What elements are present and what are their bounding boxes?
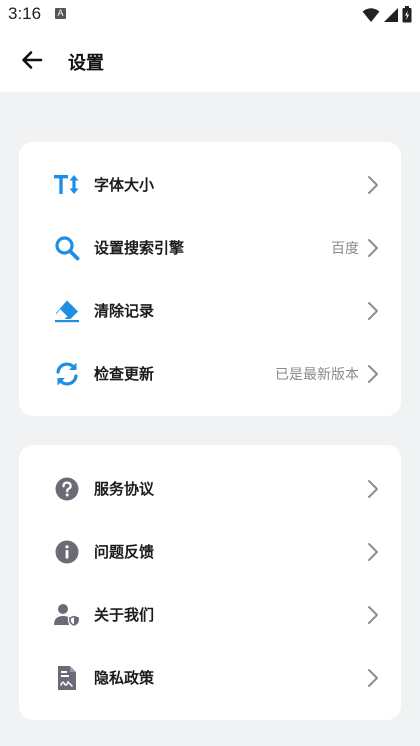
chevron-right-icon bbox=[368, 480, 378, 498]
chevron-right-icon bbox=[368, 669, 378, 687]
chevron-right-icon bbox=[368, 606, 378, 624]
settings-card-about: 服务协议 问题反馈 关于我们 隐私政策 bbox=[19, 445, 401, 720]
text-size-icon bbox=[54, 172, 80, 198]
back-button[interactable] bbox=[14, 42, 50, 78]
app-bar: 设置 bbox=[0, 30, 420, 92]
page-title: 设置 bbox=[68, 53, 104, 74]
eraser-icon bbox=[54, 298, 80, 324]
setting-label: 设置搜索引擎 bbox=[94, 239, 185, 257]
status-bar: 3:16 A bbox=[0, 0, 420, 30]
chevron-right-icon bbox=[368, 176, 378, 194]
setting-label: 检查更新 bbox=[94, 365, 155, 383]
setting-row-clear-history[interactable]: 清除记录 bbox=[19, 279, 401, 342]
signal-icon bbox=[384, 7, 398, 22]
setting-value: 百度 bbox=[331, 241, 359, 257]
setting-label: 问题反馈 bbox=[94, 543, 155, 561]
info-circle-icon bbox=[54, 539, 80, 565]
setting-label: 关于我们 bbox=[94, 606, 155, 624]
status-icons bbox=[362, 6, 412, 23]
setting-label: 服务协议 bbox=[94, 480, 155, 498]
chevron-right-icon bbox=[368, 543, 378, 561]
arrow-left-icon bbox=[22, 51, 43, 69]
search-icon bbox=[54, 235, 80, 261]
settings-card-general: 字体大小 设置搜索引擎 百度 清除记录 检查更新 已是最新版本 bbox=[19, 142, 401, 416]
setting-row-check-update[interactable]: 检查更新 已是最新版本 bbox=[19, 342, 401, 405]
setting-row-font-size[interactable]: 字体大小 bbox=[19, 153, 401, 216]
setting-row-feedback[interactable]: 问题反馈 bbox=[19, 520, 401, 583]
setting-label: 清除记录 bbox=[94, 302, 155, 320]
setting-row-about-us[interactable]: 关于我们 bbox=[19, 583, 401, 646]
refresh-icon bbox=[54, 361, 80, 387]
status-time: 3:16 bbox=[8, 4, 42, 23]
notification-icon: A bbox=[55, 8, 66, 19]
setting-row-search-engine[interactable]: 设置搜索引擎 百度 bbox=[19, 216, 401, 279]
setting-value: 已是最新版本 bbox=[275, 367, 359, 383]
chevron-right-icon bbox=[368, 239, 378, 257]
setting-row-service-agreement[interactable]: 服务协议 bbox=[19, 457, 401, 520]
chevron-right-icon bbox=[368, 365, 378, 383]
setting-label: 字体大小 bbox=[94, 176, 155, 194]
user-shield-icon bbox=[54, 602, 80, 628]
chevron-right-icon bbox=[368, 302, 378, 320]
document-icon bbox=[54, 665, 80, 691]
battery-icon bbox=[402, 6, 412, 23]
setting-label: 隐私政策 bbox=[94, 669, 155, 687]
question-circle-icon bbox=[54, 476, 80, 502]
setting-row-privacy-policy[interactable]: 隐私政策 bbox=[19, 646, 401, 709]
wifi-icon bbox=[362, 7, 380, 22]
